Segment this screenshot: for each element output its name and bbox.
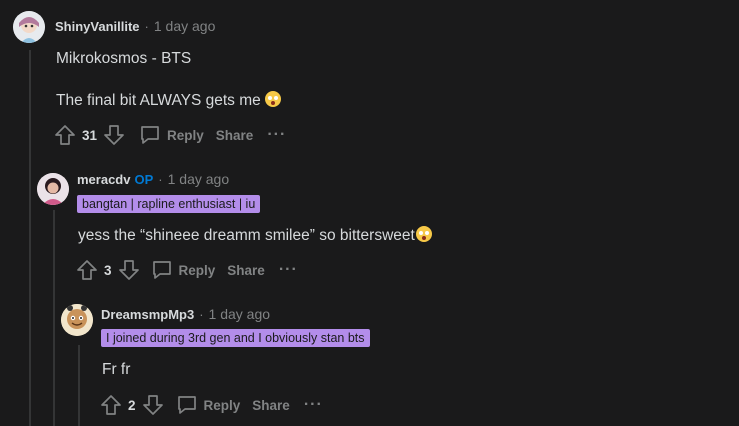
avatar[interactable] <box>13 11 45 43</box>
separator-dot: · <box>199 306 204 322</box>
comment-meta: ShinyVanillite · 1 day ago <box>55 18 215 34</box>
avatar-image <box>13 11 45 43</box>
share-label: Share <box>215 127 254 143</box>
thread-line-1[interactable] <box>29 50 31 426</box>
comment-text: Fr fr <box>102 361 131 378</box>
thread-line-2[interactable] <box>53 210 55 426</box>
comment-text: yess the “shineee dreamm smilee” so bitt… <box>78 227 415 244</box>
comment-meta: meracdv OP · 1 day ago <box>77 171 229 187</box>
reply-label: Reply <box>178 262 216 278</box>
reply-bubble-icon <box>141 126 159 144</box>
downvote-arrow-icon[interactable] <box>103 124 125 146</box>
comment-actions: 2 Reply Share ··· <box>100 393 323 417</box>
user-flair: I joined during 3rd gen and I obviously … <box>101 329 370 347</box>
comment-text: The final bit ALWAYS gets me <box>56 92 261 109</box>
crying-face-emoji-icon <box>415 226 432 242</box>
op-badge: OP <box>134 171 154 187</box>
comment-text-line: The final bit ALWAYS gets me <box>56 91 281 110</box>
share-button[interactable]: Share <box>227 263 265 278</box>
reply-label: Reply <box>203 397 241 413</box>
upvote-arrow-icon[interactable] <box>76 259 98 281</box>
crying-face-emoji-icon <box>264 91 281 107</box>
thread-line-3[interactable] <box>78 345 80 426</box>
downvote-arrow-icon[interactable] <box>142 394 164 416</box>
upvote-arrow-icon[interactable] <box>100 394 122 416</box>
vote-count: 2 <box>128 397 136 413</box>
share-label: Share <box>252 397 290 413</box>
user-flair: bangtan | rapline enthusiast | iu <box>77 195 261 213</box>
more-options-button[interactable]: ··· <box>279 262 298 278</box>
comment-actions: 3 Reply Share ··· <box>76 258 298 282</box>
timestamp[interactable]: 1 day ago <box>209 306 271 322</box>
avatar-image <box>61 304 93 336</box>
avatar-image <box>37 173 69 205</box>
comment-text: Mikrokosmos - BTS <box>56 50 192 67</box>
separator-dot: · <box>158 171 163 187</box>
reply-bubble-icon <box>177 396 196 414</box>
author-name[interactable]: ShinyVanillite <box>55 19 140 34</box>
reply-button[interactable]: Reply <box>176 394 241 416</box>
more-options-button[interactable]: ··· <box>267 127 286 143</box>
share-button[interactable]: Share <box>252 398 290 413</box>
share-label: Share <box>227 262 265 278</box>
comment-text-line: yess the “shineee dreamm smilee” so bitt… <box>78 226 432 245</box>
downvote-arrow-icon[interactable] <box>118 259 140 281</box>
upvote-arrow-icon[interactable] <box>54 124 76 146</box>
share-button[interactable]: Share <box>216 128 254 143</box>
comment-actions: 31 Reply Share ··· <box>54 123 286 147</box>
separator-dot: · <box>144 18 149 34</box>
vote-count: 31 <box>82 127 98 143</box>
author-name[interactable]: meracdv <box>77 172 130 187</box>
reply-label: Reply <box>167 127 204 143</box>
timestamp[interactable]: 1 day ago <box>168 171 230 187</box>
comment-meta: DreamsmpMp3 · 1 day ago <box>101 306 270 322</box>
timestamp[interactable]: 1 day ago <box>154 18 216 34</box>
vote-count: 3 <box>104 262 112 278</box>
author-name[interactable]: DreamsmpMp3 <box>101 307 194 322</box>
reply-button[interactable]: Reply <box>139 124 204 146</box>
avatar[interactable] <box>37 173 69 205</box>
more-options-button[interactable]: ··· <box>304 397 323 413</box>
avatar[interactable] <box>61 304 93 336</box>
reply-button[interactable]: Reply <box>151 259 216 281</box>
reply-bubble-icon <box>152 261 171 279</box>
